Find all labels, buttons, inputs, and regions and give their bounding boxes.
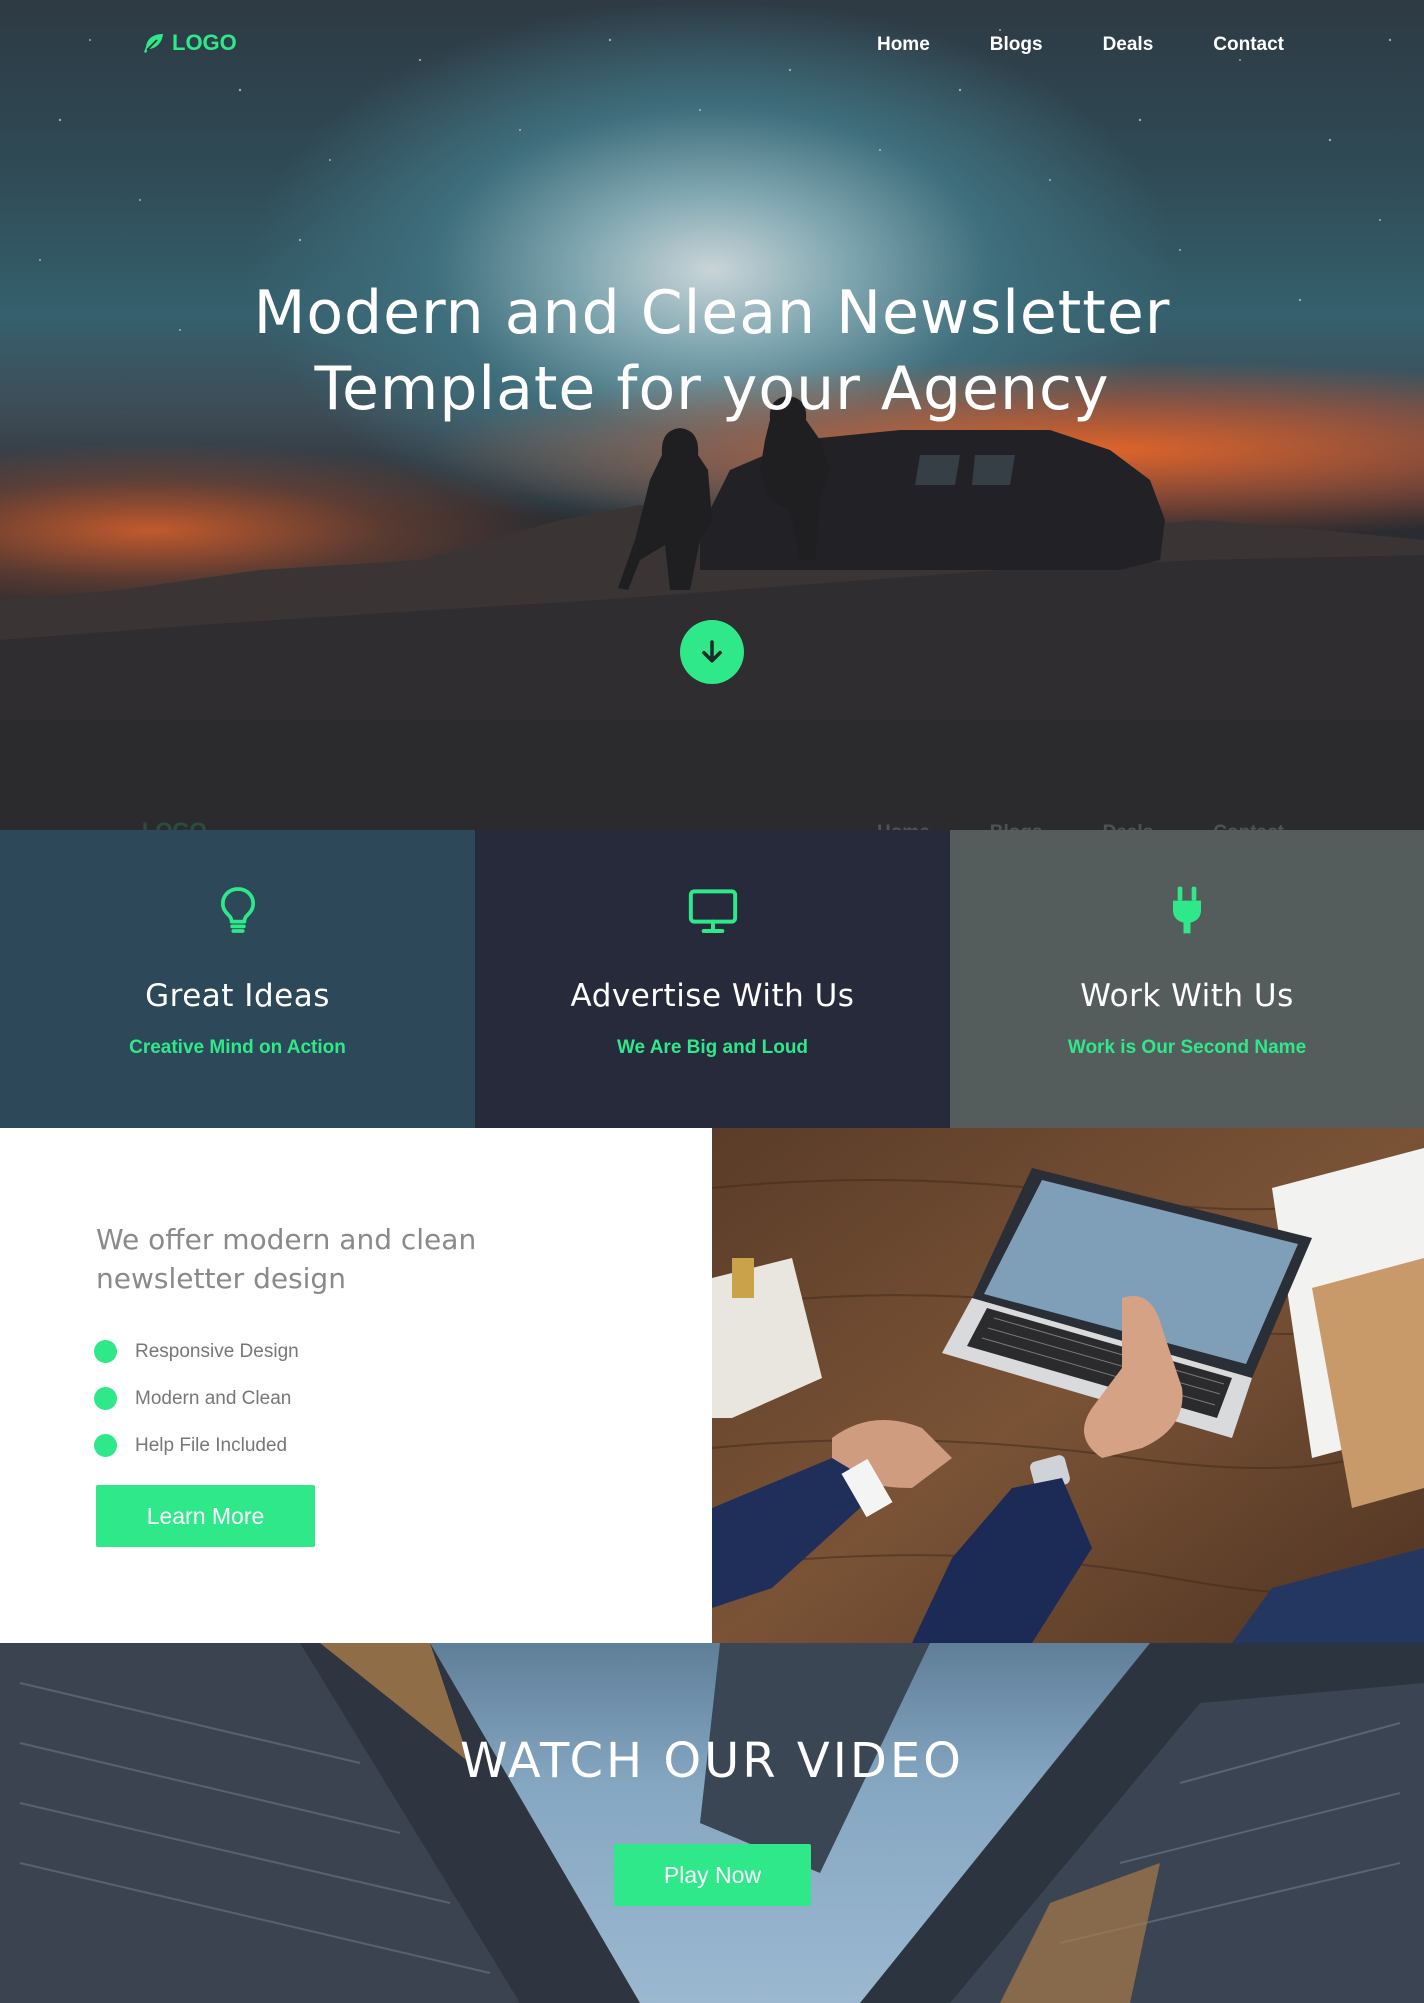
nav-item-home[interactable]: Home xyxy=(877,34,930,56)
feature-subtitle: We Are Big and Loud xyxy=(616,1037,809,1058)
feature-title: Work With Us xyxy=(1080,978,1294,1014)
plug-icon xyxy=(1173,886,1201,934)
feature-work-with-us: Work With Us Work is Our Second Name xyxy=(950,830,1424,1128)
list-item: Modern and Clean xyxy=(94,1375,299,1422)
offer-list: Responsive Design Modern and Clean Help … xyxy=(94,1328,299,1469)
bullet-dot-icon xyxy=(94,1387,117,1410)
list-item: Responsive Design xyxy=(94,1328,299,1375)
feature-subtitle: Creative Mind on Action xyxy=(129,1037,346,1058)
offer-heading: We offer modern and clean newsletter des… xyxy=(96,1223,477,1295)
feature-title: Advertise With Us xyxy=(570,978,855,1014)
bullet-dot-icon xyxy=(94,1340,117,1363)
hero-title-line-2: Template for your Agency xyxy=(314,354,1110,424)
ghost-nav-contact: Contact xyxy=(1213,822,1284,830)
monitor-icon xyxy=(688,889,737,933)
list-item-label: Modern and Clean xyxy=(135,1387,292,1409)
nav-item-deals[interactable]: Deals xyxy=(1103,34,1154,56)
arrow-down-icon xyxy=(702,640,722,663)
offer-section: We offer modern and clean newsletter des… xyxy=(0,1128,712,1643)
skyscrapers-background xyxy=(0,1643,1424,2003)
leaf-icon xyxy=(144,34,163,53)
list-item: Help File Included xyxy=(94,1422,299,1469)
ghost-nav-reflection: LOGO Home Blogs Deals Contact xyxy=(0,785,1424,830)
ghost-logo-text: LOGO xyxy=(142,818,207,830)
lightbulb-icon xyxy=(220,887,255,933)
nav-item-contact[interactable]: Contact xyxy=(1213,34,1284,56)
laptop-desk-photo xyxy=(712,1128,1424,1643)
list-item-label: Responsive Design xyxy=(135,1340,299,1362)
main-nav: Home Blogs Deals Contact xyxy=(877,34,1284,56)
hero-title: Modern and Clean Newsletter Template for… xyxy=(0,275,1424,427)
ghost-nav-blogs: Blogs xyxy=(990,822,1043,830)
learn-more-button[interactable]: Learn More xyxy=(96,1485,315,1547)
scroll-down-button[interactable] xyxy=(680,620,744,684)
logo[interactable]: LOGO xyxy=(142,30,237,56)
logo-text: LOGO xyxy=(172,30,237,55)
nav-item-blogs[interactable]: Blogs xyxy=(990,34,1043,56)
list-item-label: Help File Included xyxy=(135,1434,288,1456)
video-heading: WATCH OUR VIDEO xyxy=(460,1733,964,1789)
feature-title: Great Ideas xyxy=(145,978,330,1014)
feature-great-ideas: Great Ideas Creative Mind on Action xyxy=(0,830,475,1128)
feature-advertise: Advertise With Us We Are Big and Loud xyxy=(475,830,950,1128)
play-now-button[interactable]: Play Now xyxy=(614,1844,811,1906)
features-section: Great Ideas Creative Mind on Action Adve… xyxy=(0,830,1424,1128)
laptop-desk-illustration xyxy=(712,1128,1424,1643)
video-section: WATCH OUR VIDEO Play Now xyxy=(0,1643,1424,2003)
feature-subtitle: Work is Our Second Name xyxy=(1067,1037,1307,1058)
ghost-nav-home: Home xyxy=(877,822,930,830)
hero-section: LOGO Home Blogs Deals Contact Modern and… xyxy=(0,0,1424,830)
hero-title-line-1: Modern and Clean Newsletter xyxy=(253,278,1171,348)
bullet-dot-icon xyxy=(94,1434,117,1457)
ghost-nav-deals: Deals xyxy=(1103,822,1154,830)
